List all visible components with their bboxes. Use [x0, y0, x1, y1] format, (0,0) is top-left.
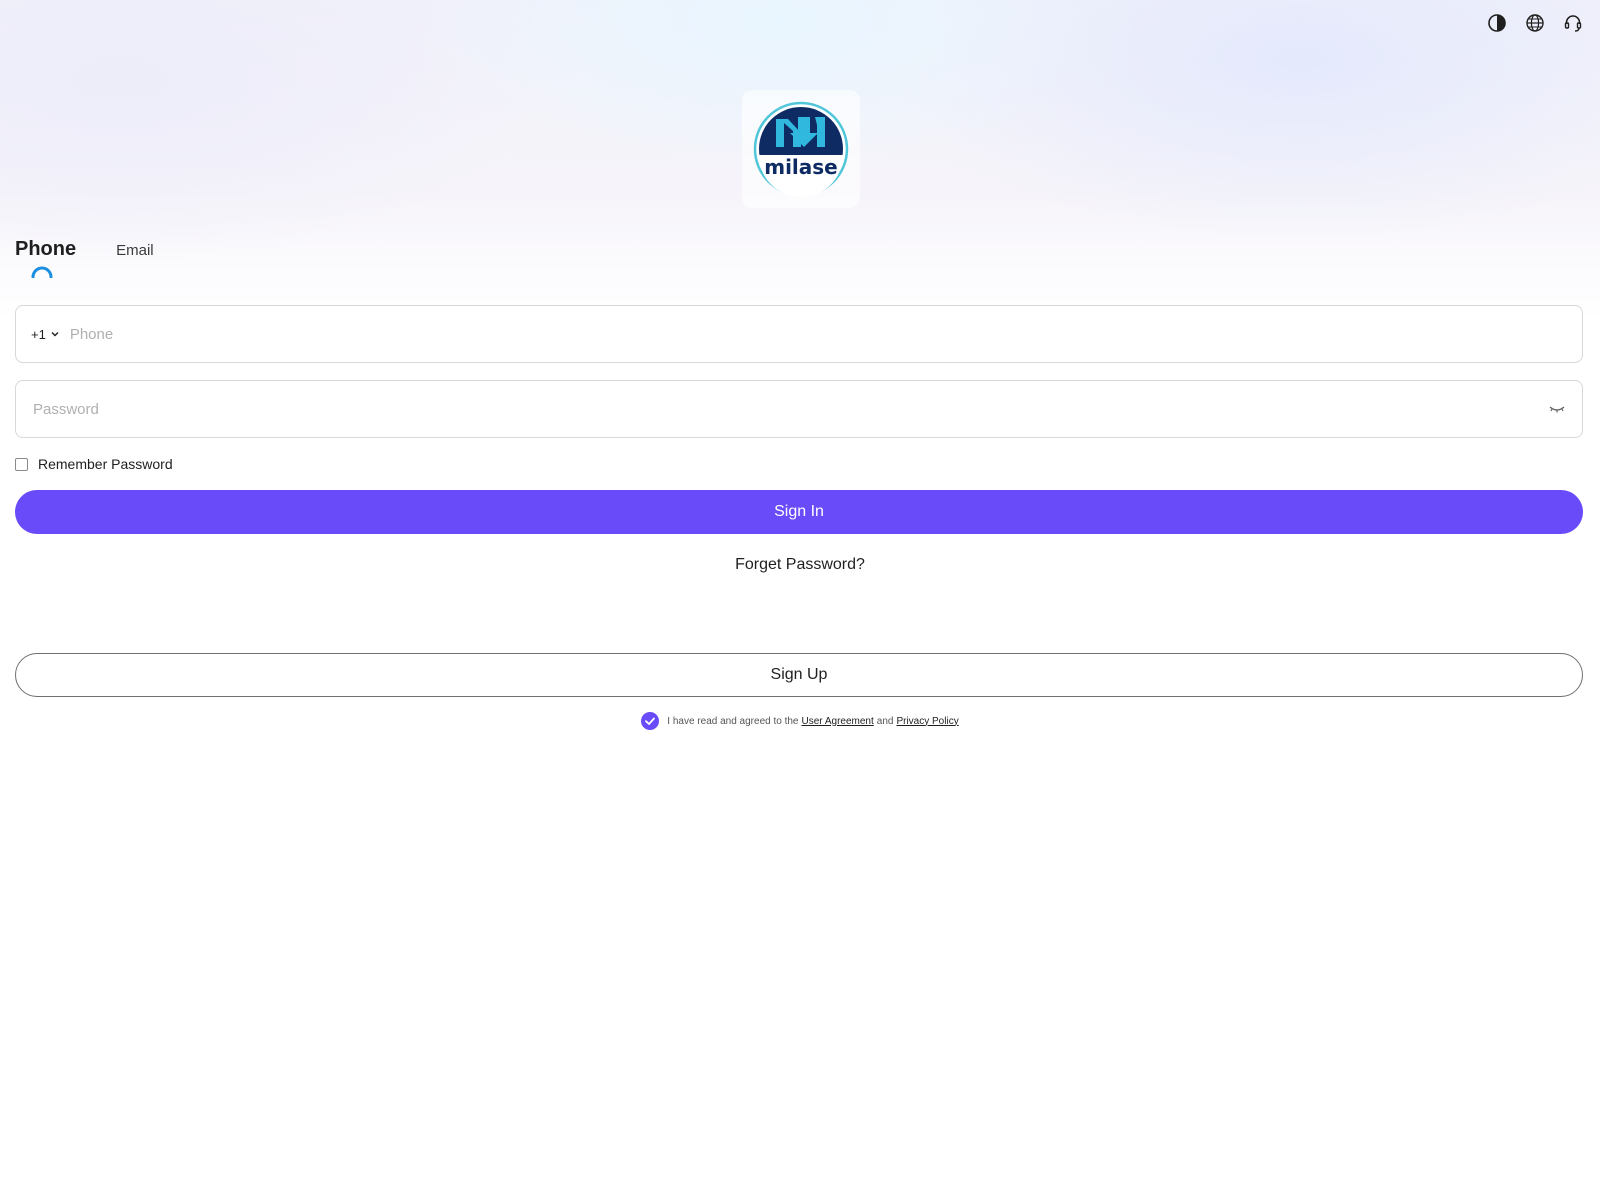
login-method-tabs: Phone Email: [15, 238, 154, 278]
agreement-row: I have read and agreed to the User Agree…: [0, 712, 1600, 730]
chevron-down-icon: [51, 332, 59, 337]
privacy-policy-link[interactable]: Privacy Policy: [896, 716, 958, 727]
milase-logo-image: milase: [753, 101, 849, 197]
tab-email[interactable]: Email: [116, 238, 154, 259]
tab-phone-label: Phone: [15, 238, 77, 260]
country-code-value: +1: [31, 326, 46, 342]
logo-text: milase: [764, 155, 838, 179]
active-tab-indicator: [31, 266, 53, 278]
agreement-checkbox-checked-icon[interactable]: [641, 712, 660, 730]
contrast-icon[interactable]: [1486, 12, 1508, 34]
country-code-select[interactable]: +1: [31, 327, 60, 342]
agreement-text: I have read and agreed to the User Agree…: [667, 716, 958, 727]
password-field: [15, 380, 1583, 438]
phone-field: +1: [15, 305, 1583, 363]
agreement-conjunction: and: [876, 715, 894, 727]
remember-password-checkbox[interactable]: [15, 457, 28, 471]
tab-phone[interactable]: Phone: [15, 238, 77, 278]
remember-password: Remember Password: [15, 456, 173, 472]
phone-input[interactable]: [67, 305, 1582, 363]
headset-icon[interactable]: [1562, 12, 1584, 34]
remember-password-label[interactable]: Remember Password: [38, 456, 173, 472]
forget-password-link[interactable]: Forget Password?: [0, 556, 1600, 574]
password-input[interactable]: [31, 380, 1548, 438]
tab-email-label: Email: [116, 242, 154, 259]
user-agreement-link[interactable]: User Agreement: [802, 716, 874, 727]
agreement-prefix: I have read and agreed to the: [667, 715, 799, 727]
top-actions: [1486, 12, 1584, 34]
globe-icon[interactable]: [1524, 12, 1546, 34]
sign-up-button[interactable]: Sign Up: [15, 653, 1583, 697]
eye-closed-icon[interactable]: [1548, 400, 1566, 418]
brand-logo: milase: [742, 90, 860, 208]
sign-in-button[interactable]: Sign In: [15, 490, 1583, 534]
